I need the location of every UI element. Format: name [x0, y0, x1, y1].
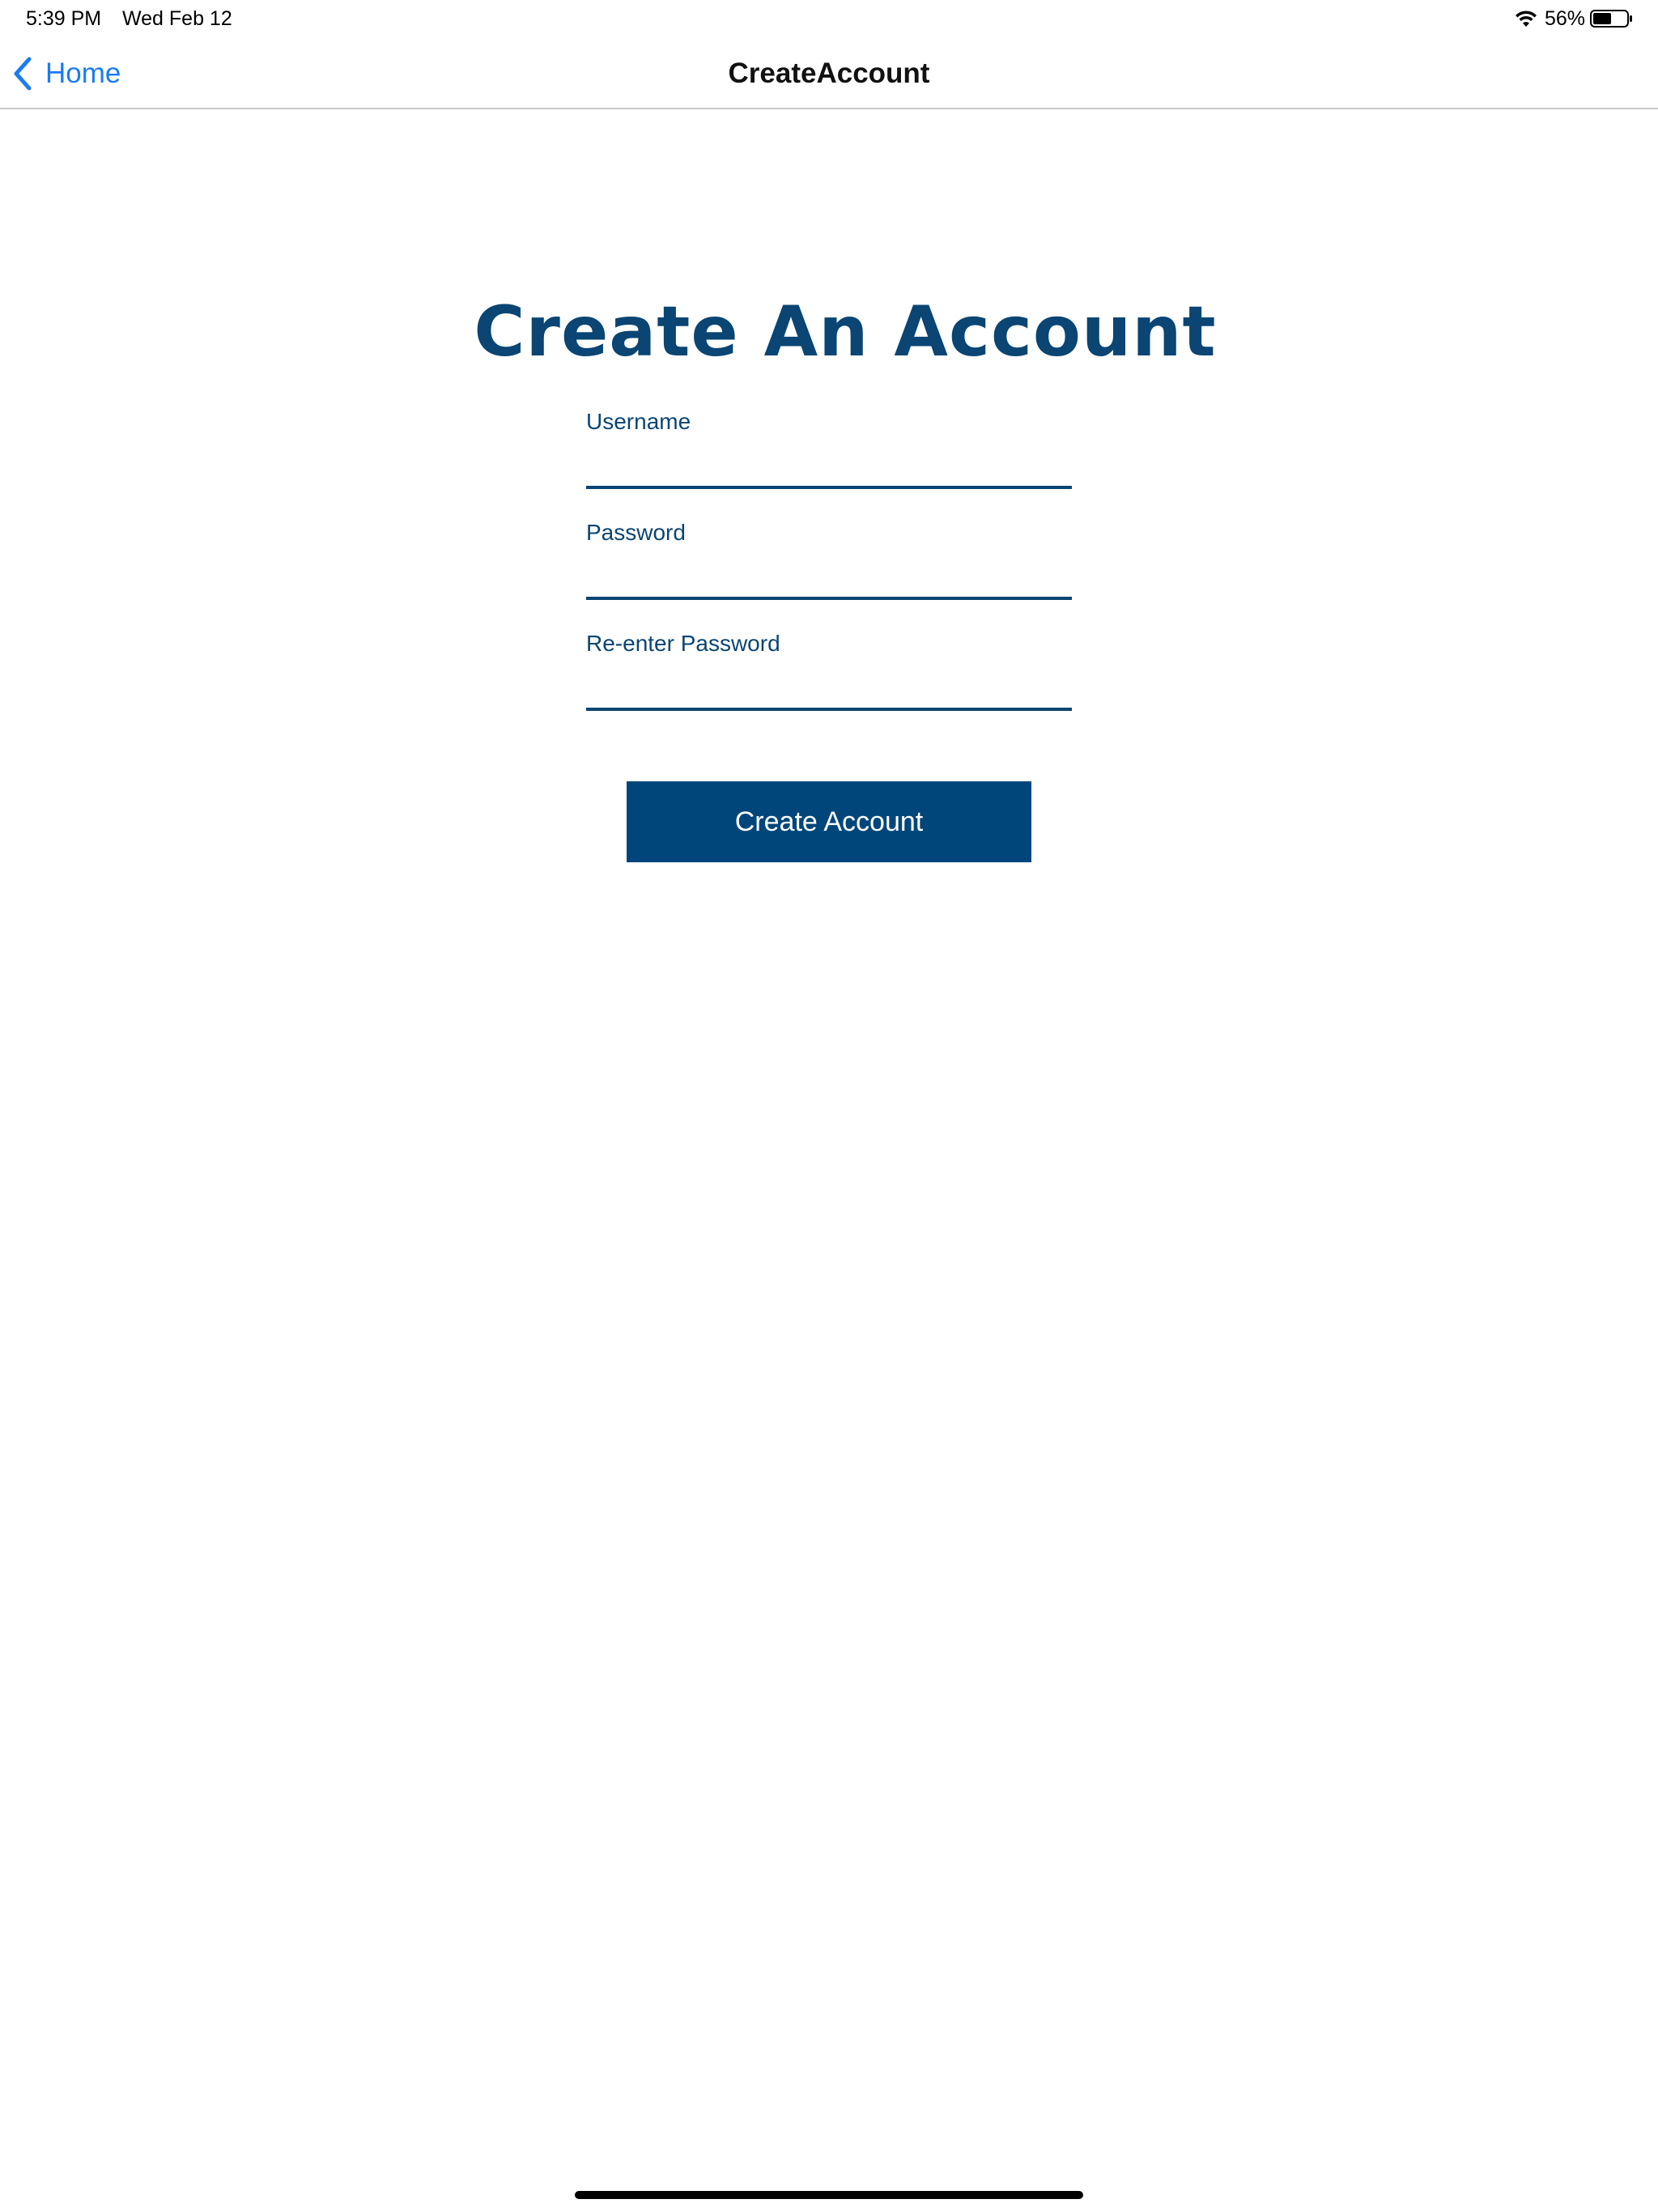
username-input[interactable] — [586, 436, 1072, 489]
navigation-bar: Home CreateAccount — [0, 37, 1658, 109]
status-bar: 5:39 PM Wed Feb 12 56% — [0, 0, 1658, 37]
password-input[interactable] — [586, 547, 1072, 600]
nav-title: CreateAccount — [728, 57, 930, 89]
password-label: Password — [586, 520, 686, 545]
reenter-password-label: Re-enter Password — [586, 631, 780, 656]
create-account-button[interactable]: Create Account — [627, 781, 1031, 862]
home-indicator[interactable] — [575, 2191, 1083, 2199]
status-date: Wed Feb 12 — [122, 7, 232, 30]
battery-icon — [1590, 10, 1632, 28]
page-heading: Create An Account — [474, 291, 1217, 372]
battery-percentage: 56% — [1544, 6, 1585, 30]
status-indicators: 56% — [1514, 6, 1634, 32]
status-time: 5:39 PM — [26, 7, 102, 30]
wifi-icon — [1515, 11, 1537, 27]
reenter-password-input[interactable] — [586, 657, 1072, 711]
reenter-password-field-group: Re-enter Password — [586, 630, 1072, 711]
username-field-group: Username — [586, 408, 1072, 489]
username-label: Username — [586, 409, 691, 434]
password-field-group: Password — [586, 519, 1072, 600]
